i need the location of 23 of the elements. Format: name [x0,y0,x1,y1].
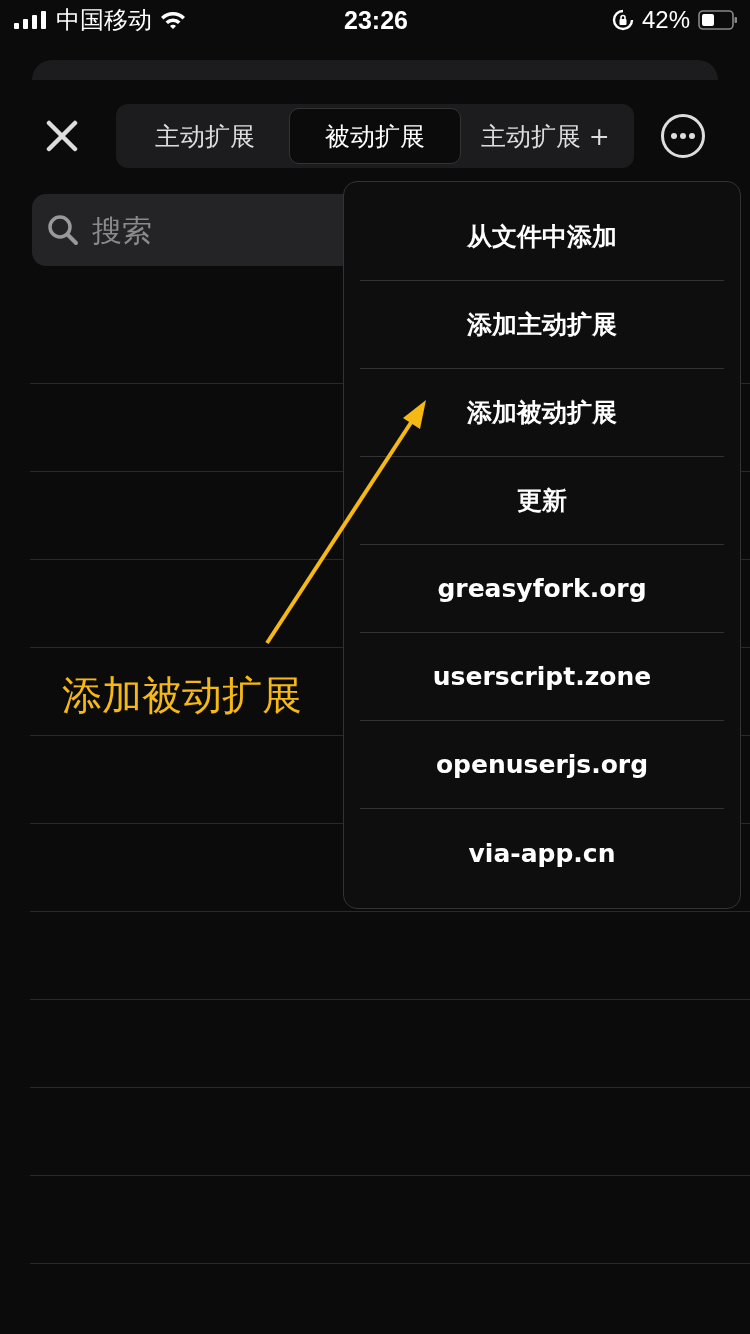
tab[interactable]: 被动扩展 [289,108,461,164]
search-icon [47,214,79,246]
menu-item[interactable]: 更新 [360,457,724,545]
tab[interactable]: 主动扩展 + [460,108,630,164]
tab[interactable]: 主动扩展 [120,108,290,164]
signal-icon [14,11,48,29]
more-button[interactable] [660,113,706,159]
menu-item[interactable]: openuserjs.org [360,721,724,809]
battery-icon [698,10,738,30]
wifi-icon [160,10,186,30]
menu-item[interactable]: userscript.zone [360,633,724,721]
more-icon [660,113,706,159]
close-button[interactable] [46,120,78,152]
close-icon [46,120,78,152]
clock-time: 23:26 [344,5,408,35]
carrier-name: 中国移动 [56,5,152,35]
menu-item[interactable]: 添加主动扩展 [360,281,724,369]
menu-item[interactable]: 从文件中添加 [360,193,724,281]
annotation-label: 添加被动扩展 [62,671,302,720]
menu-item[interactable]: greasyfork.org [360,545,724,633]
menu-item[interactable]: via-app.cn [360,809,724,897]
battery-percent: 42% [641,6,690,34]
rotation-lock-icon [611,9,634,31]
